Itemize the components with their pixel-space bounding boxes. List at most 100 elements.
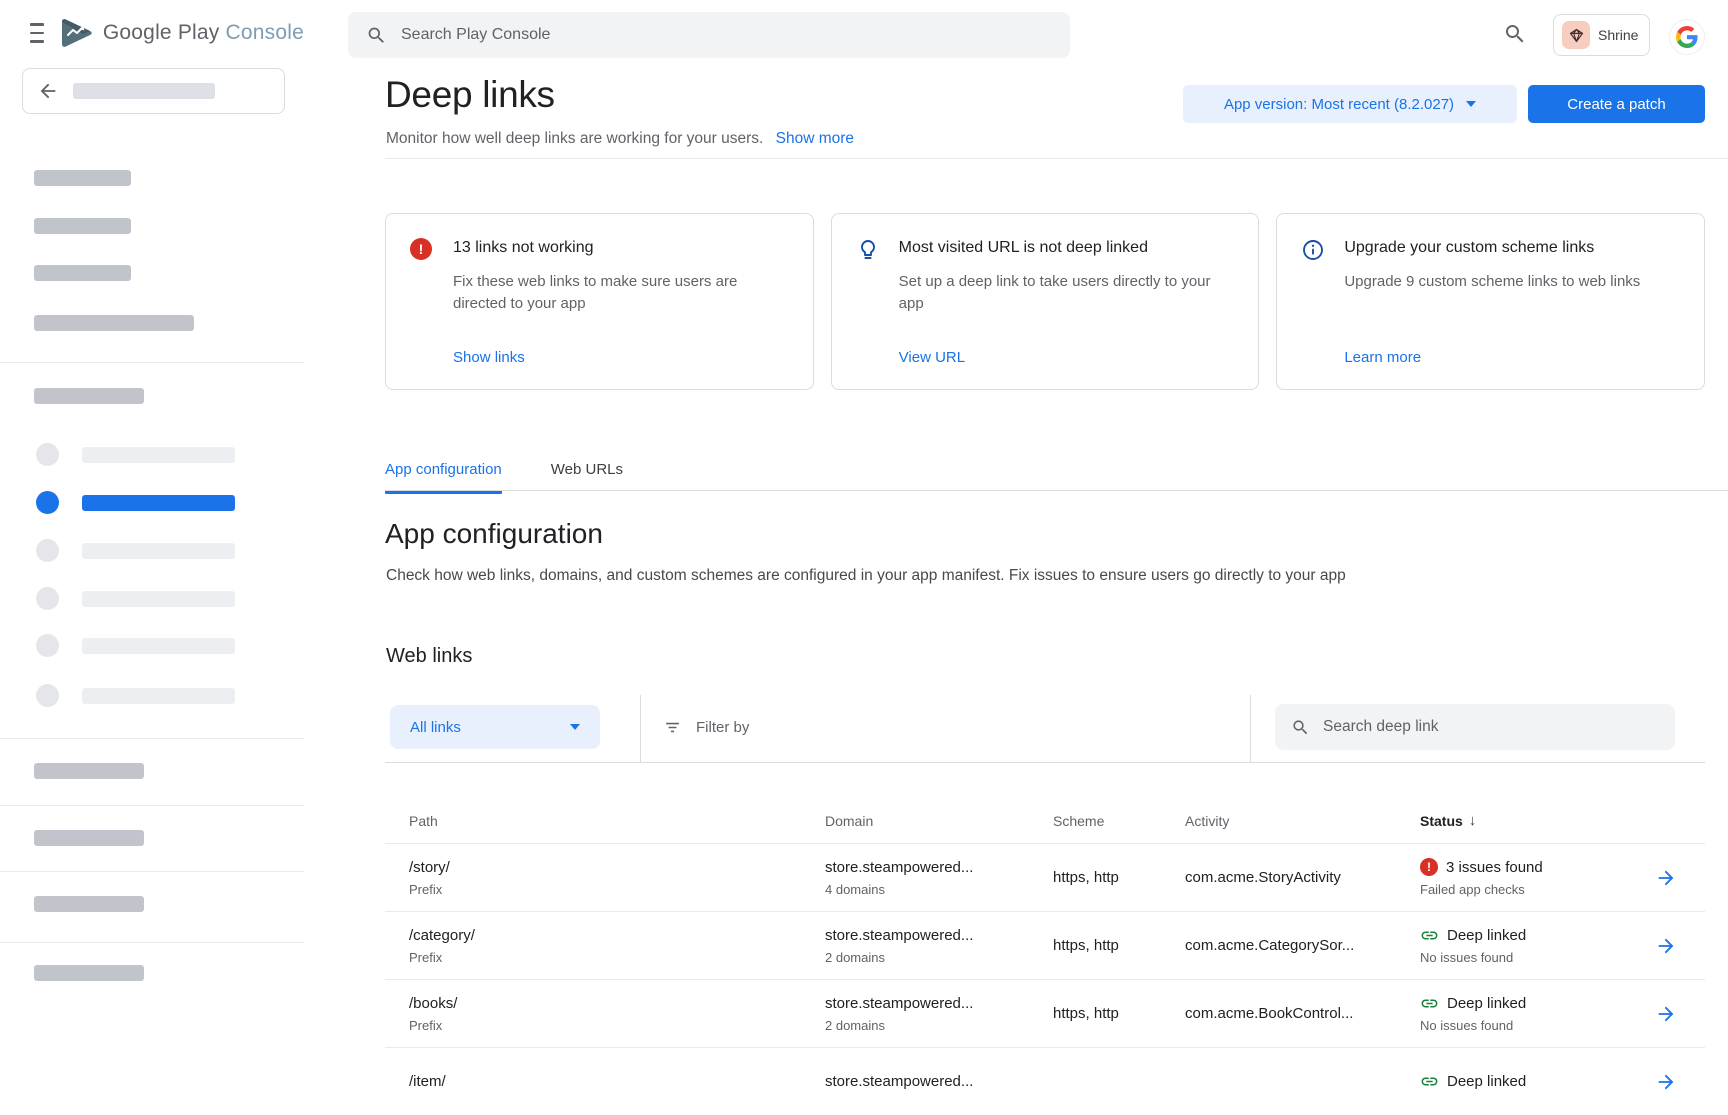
row-path: /item/	[409, 1072, 825, 1091]
filter-by-button[interactable]: Filter by	[663, 695, 749, 759]
column-scheme[interactable]: Scheme	[1053, 763, 1185, 843]
row-domain: store.steampowered...	[825, 858, 1053, 877]
error-icon: !	[410, 237, 436, 366]
row-domain-count: 4 domains	[825, 882, 1053, 898]
page-subtitle: Monitor how well deep links are working …	[386, 130, 854, 148]
skeleton-nav-item[interactable]	[34, 763, 144, 779]
column-domain[interactable]: Domain	[825, 763, 1053, 843]
row-scheme: https, http	[1053, 1004, 1185, 1023]
link-status-icon	[1420, 994, 1439, 1013]
skeleton-nav-item[interactable]	[34, 265, 131, 281]
row-domain-count: 2 domains	[825, 950, 1053, 966]
show-more-link[interactable]: Show more	[776, 130, 854, 147]
row-activity: com.acme.StoryActivity	[1185, 868, 1420, 887]
filterbar-divider	[640, 695, 641, 762]
row-detail-arrow[interactable]	[1655, 1048, 1705, 1115]
play-console-logo: Google Play Console	[60, 18, 304, 48]
header-divider	[385, 158, 1728, 159]
deep-link-search-input[interactable]	[1323, 718, 1623, 736]
search-icon	[1291, 718, 1310, 737]
column-status[interactable]: Status ↓	[1420, 763, 1655, 843]
back-arrow-icon[interactable]	[37, 80, 59, 102]
card-text: Fix these web links to make sure users a…	[453, 271, 783, 315]
sidebar-divider	[0, 738, 304, 739]
lightbulb-icon	[856, 237, 882, 366]
app-chip-label: Shrine	[1598, 27, 1638, 43]
row-path-type: Prefix	[409, 950, 825, 966]
skeleton-nav-item[interactable]	[34, 170, 131, 186]
skeleton-nav-item[interactable]	[34, 315, 194, 331]
skeleton-nav-item[interactable]	[36, 539, 276, 562]
learn-more-link[interactable]: Learn more	[1344, 349, 1680, 366]
sort-descending-icon: ↓	[1469, 812, 1477, 829]
skeleton-nav-item[interactable]	[36, 684, 276, 707]
chevron-down-icon	[570, 724, 580, 730]
table-row[interactable]: /item/ store.steampowered... Deep linked	[385, 1047, 1705, 1115]
column-activity[interactable]: Activity	[1185, 763, 1420, 843]
search-icon	[366, 25, 387, 46]
global-search-icon[interactable]	[1503, 22, 1527, 51]
play-console-search[interactable]	[348, 12, 1070, 58]
web-links-table: Path Domain Scheme Activity Status ↓ /st…	[385, 763, 1705, 1115]
error-status-icon: !	[1420, 858, 1438, 876]
skeleton-nav-item[interactable]	[34, 896, 144, 912]
sidebar-divider	[0, 871, 304, 872]
deep-link-search[interactable]	[1275, 704, 1675, 750]
row-path-type: Prefix	[409, 1018, 825, 1034]
show-links-link[interactable]: Show links	[453, 349, 789, 366]
row-detail-arrow[interactable]	[1655, 912, 1705, 979]
card-upgrade-schemes: Upgrade your custom scheme links Upgrade…	[1276, 213, 1705, 390]
all-links-dropdown[interactable]: All links	[390, 705, 600, 749]
logo-console: Console	[226, 21, 304, 44]
filter-icon	[663, 718, 682, 737]
sidebar: Google Play Console	[0, 0, 304, 1080]
row-detail-arrow[interactable]	[1655, 980, 1705, 1047]
row-domain: store.steampowered...	[825, 1072, 1053, 1091]
row-status: 3 issues found	[1446, 858, 1543, 877]
app-selector[interactable]	[22, 68, 285, 114]
table-row[interactable]: /story/ Prefix store.steampowered... 4 d…	[385, 843, 1705, 911]
row-path: /books/	[409, 994, 825, 1013]
skeleton-nav-item[interactable]	[36, 587, 276, 610]
view-url-link[interactable]: View URL	[899, 349, 1235, 366]
sidebar-divider	[0, 805, 304, 806]
skeleton-nav-item[interactable]	[36, 634, 276, 657]
app-version-dropdown[interactable]: App version: Most recent (8.2.027)	[1183, 85, 1517, 123]
skeleton-nav-item[interactable]	[34, 218, 131, 234]
column-path[interactable]: Path	[385, 763, 825, 843]
row-domain-count: 2 domains	[825, 1018, 1053, 1034]
google-logo-icon	[1676, 26, 1698, 48]
row-activity: com.acme.BookControl...	[1185, 1004, 1420, 1023]
current-app-chip[interactable]: Shrine	[1553, 14, 1650, 56]
table-row[interactable]: /books/ Prefix store.steampowered... 2 d…	[385, 979, 1705, 1047]
skeleton-nav-item[interactable]	[34, 830, 144, 846]
row-activity: com.acme.CategorySor...	[1185, 936, 1420, 955]
insight-cards: ! 13 links not working Fix these web lin…	[385, 213, 1705, 390]
chevron-down-icon	[1466, 101, 1476, 107]
table-row[interactable]: /category/ Prefix store.steampowered... …	[385, 911, 1705, 979]
skeleton-nav-item[interactable]	[34, 965, 144, 981]
card-title: Upgrade your custom scheme links	[1344, 237, 1680, 257]
search-input[interactable]	[401, 26, 1001, 44]
row-status-detail: No issues found	[1420, 1018, 1655, 1034]
link-status-icon	[1420, 926, 1439, 945]
skeleton-nav-item[interactable]	[36, 443, 276, 466]
card-text: Set up a deep link to take users directl…	[899, 271, 1229, 315]
row-detail-arrow[interactable]	[1655, 844, 1705, 911]
arrow-right-icon	[1655, 935, 1677, 957]
row-domain: store.steampowered...	[825, 994, 1053, 1013]
row-status-detail: Failed app checks	[1420, 882, 1655, 898]
page-title: Deep links	[385, 74, 555, 116]
filterbar-divider	[1250, 695, 1251, 762]
skeleton-nav-item-active[interactable]	[36, 491, 276, 514]
play-console-logo-icon	[60, 18, 94, 48]
card-most-visited-url: Most visited URL is not deep linked Set …	[831, 213, 1260, 390]
create-patch-button[interactable]: Create a patch	[1528, 85, 1705, 123]
menu-icon[interactable]	[30, 23, 44, 43]
google-account-avatar[interactable]	[1670, 20, 1704, 54]
arrow-right-icon	[1655, 1071, 1677, 1093]
web-links-filterbar: All links Filter by	[385, 695, 1705, 763]
row-status: Deep linked	[1447, 926, 1526, 945]
row-status-detail: No issues found	[1420, 950, 1655, 966]
arrow-right-icon	[1655, 1003, 1677, 1025]
